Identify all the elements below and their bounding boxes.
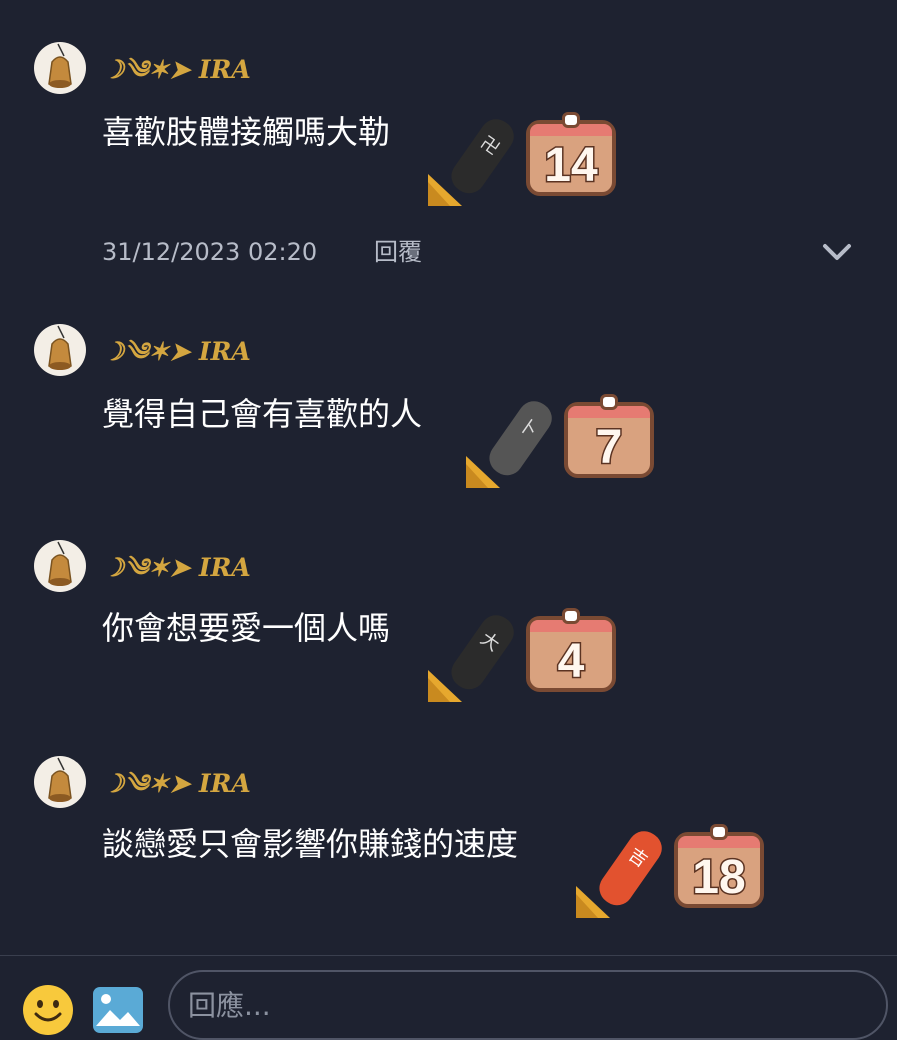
stamp-icon: 大 [428,615,514,702]
reply-input[interactable] [168,970,888,1040]
stamp-icon: 吉 [576,831,662,918]
calendar-icon: 7 [564,394,654,478]
reaction-count: 14 [543,138,599,194]
username[interactable]: ☽༄✶➤ 𝑰𝑹𝑨 [102,52,251,88]
composer-divider [0,955,897,956]
stamp-icon: 卍 [428,119,514,206]
reply-link[interactable]: 回覆 [374,234,422,270]
calendar-icon: 18 [674,824,764,908]
comment-text: 喜歡肢體接觸嗎大勒 [102,113,391,151]
reaction-count: 4 [556,634,586,690]
stamp-icon: 卜 [466,401,552,488]
reaction-count: 18 [691,850,747,906]
smiley-emoji-icon[interactable] [22,984,74,1036]
calendar-icon: 4 [526,608,616,692]
timestamp: 31/12/2023 02:20 [102,238,318,266]
username[interactable]: ☽༄✶➤ 𝑰𝑹𝑨 [102,550,251,586]
comment-text: 談戀愛只會影響你賺錢的速度 [102,825,519,863]
comment-text: 覺得自己會有喜歡的人 [102,395,423,433]
calendar-icon: 14 [526,112,616,196]
chevron-down-icon[interactable] [820,238,854,266]
image-icon[interactable] [92,986,144,1034]
bell-avatar-icon[interactable] [34,756,86,808]
bell-avatar-icon[interactable] [34,42,86,94]
bell-avatar-icon[interactable] [34,540,86,592]
bell-avatar-icon[interactable] [34,324,86,376]
reaction-count: 7 [594,420,624,476]
comment-text: 你會想要愛一個人嗎 [102,609,391,647]
username[interactable]: ☽༄✶➤ 𝑰𝑹𝑨 [102,766,251,802]
username[interactable]: ☽༄✶➤ 𝑰𝑹𝑨 [102,334,251,370]
